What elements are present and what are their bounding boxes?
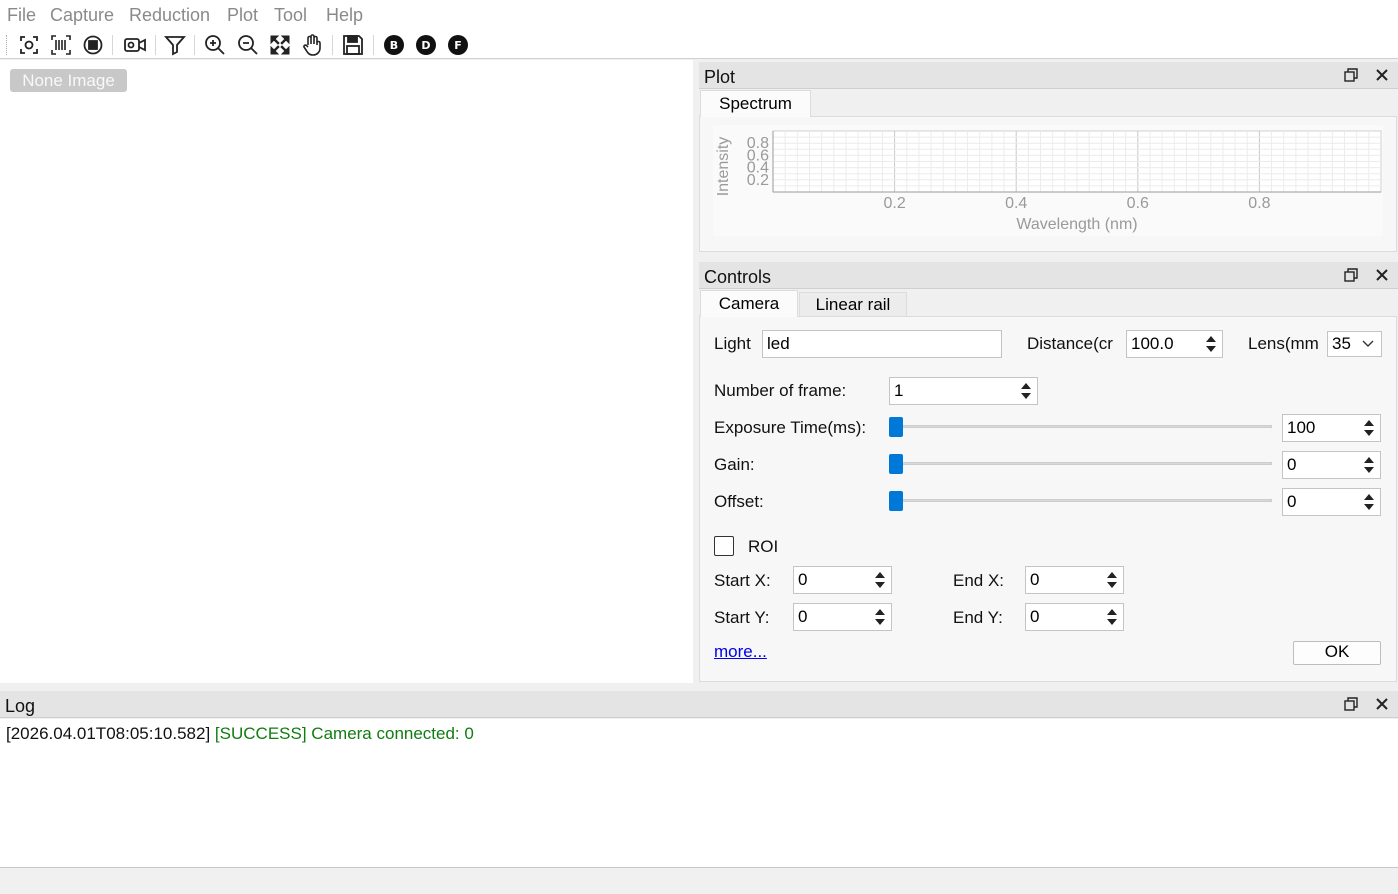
float-icon[interactable] bbox=[1343, 67, 1359, 83]
exposure-slider[interactable] bbox=[889, 425, 1272, 428]
end-y-spin-arrows[interactable] bbox=[1104, 603, 1122, 631]
spectrum-chart: 0.2 0.4 0.6 0.8 0.2 0.4 0.6 0.8 Wavelength (nm) I… bbox=[713, 125, 1383, 236]
tab-linear-rail[interactable]: Linear rail bbox=[799, 292, 907, 317]
roi-label: ROI bbox=[748, 537, 779, 556]
f-icon-glyph: F bbox=[448, 35, 468, 55]
f-icon[interactable]: F bbox=[446, 33, 470, 57]
b-icon-glyph: B bbox=[384, 35, 404, 55]
log-dock-title: Log bbox=[0, 691, 1398, 718]
toolbar-separator bbox=[373, 35, 374, 55]
toolbar-separator bbox=[332, 35, 333, 55]
frames-spin-arrows[interactable] bbox=[1018, 377, 1036, 405]
spectrum-chart-svg: 0.2 0.4 0.6 0.80.20.40.60.8Wavelength (nm)I… bbox=[715, 130, 1382, 233]
frames-label: Number of frame: bbox=[714, 381, 847, 400]
stop-record-icon[interactable] bbox=[81, 33, 105, 57]
end-x-label: End X: bbox=[953, 571, 1005, 590]
offset-slider-handle[interactable] bbox=[889, 491, 903, 511]
log-entry: [2026.04.01T08:05:10.582] [SUCCESS] Came… bbox=[6, 724, 474, 744]
toolbar: B D F bbox=[0, 30, 1398, 59]
close-icon[interactable] bbox=[1374, 67, 1390, 83]
gain-slider[interactable] bbox=[889, 462, 1272, 465]
x-tick-label: 0.8 bbox=[1248, 195, 1270, 212]
log-timestamp: [2026.04.01T08:05:10.582] bbox=[6, 724, 211, 743]
y-tick-label: 0.8 bbox=[747, 135, 769, 152]
chevron-down-icon bbox=[1362, 340, 1374, 347]
zoom-out-icon[interactable] bbox=[236, 33, 260, 57]
y-axis-label: Intensity bbox=[715, 137, 732, 197]
close-icon[interactable] bbox=[1374, 696, 1390, 712]
x-axis-label: Wavelength (nm) bbox=[1016, 216, 1137, 233]
gain-label: Gain: bbox=[714, 455, 755, 474]
toolbar-separator bbox=[194, 35, 195, 55]
status-bar bbox=[0, 867, 1398, 894]
exposure-slider-handle[interactable] bbox=[889, 417, 903, 437]
start-x-label: Start X: bbox=[714, 571, 771, 590]
log-dock-title-text: Log bbox=[5, 696, 36, 716]
start-y-spin-arrows[interactable] bbox=[872, 603, 890, 631]
ok-button[interactable]: OK bbox=[1293, 641, 1381, 665]
fit-screen-icon[interactable] bbox=[268, 33, 292, 57]
gain-spin-arrows[interactable] bbox=[1361, 451, 1379, 479]
light-label: Light bbox=[714, 334, 751, 353]
video-camera-icon[interactable] bbox=[122, 33, 148, 57]
more-link[interactable]: more... bbox=[714, 642, 767, 662]
tab-spectrum[interactable]: Spectrum bbox=[700, 90, 811, 117]
menu-help[interactable]: Help bbox=[326, 5, 363, 26]
controls-dock-title: Controls bbox=[699, 262, 1398, 289]
d-icon-glyph: D bbox=[416, 35, 436, 55]
d-icon[interactable]: D bbox=[414, 33, 438, 57]
x-tick-label: 0.6 bbox=[1127, 195, 1149, 212]
plot-dock-title-text: Plot bbox=[704, 67, 736, 87]
end-x-spin-arrows[interactable] bbox=[1104, 566, 1122, 594]
barcode-scan-icon[interactable] bbox=[49, 33, 73, 57]
save-icon[interactable] bbox=[341, 33, 365, 57]
offset-spin-arrows[interactable] bbox=[1361, 488, 1379, 516]
menu-reduction[interactable]: Reduction bbox=[129, 5, 210, 26]
log-message: Camera connected: 0 bbox=[311, 724, 474, 743]
lens-select[interactable]: 35 bbox=[1327, 331, 1382, 357]
toolbar-grip bbox=[6, 35, 7, 55]
end-y-label: End Y: bbox=[953, 608, 1003, 627]
light-input[interactable]: led bbox=[762, 330, 1002, 358]
menu-tool[interactable]: Tool bbox=[274, 5, 307, 26]
lens-label: Lens(mm bbox=[1248, 334, 1319, 353]
x-tick-label: 0.2 bbox=[883, 195, 905, 212]
zoom-in-icon[interactable] bbox=[203, 33, 227, 57]
lens-select-value: 35 bbox=[1332, 334, 1351, 353]
close-icon[interactable] bbox=[1374, 267, 1390, 283]
controls-dock-title-text: Controls bbox=[704, 267, 772, 287]
exposure-label: Exposure Time(ms): bbox=[714, 418, 867, 437]
screenshot-icon[interactable] bbox=[17, 33, 41, 57]
frames-spinbox[interactable]: 1 bbox=[889, 377, 1038, 405]
log-output[interactable]: [2026.04.01T08:05:10.582] [SUCCESS] Came… bbox=[0, 719, 1398, 867]
float-icon[interactable] bbox=[1343, 696, 1359, 712]
offset-label: Offset: bbox=[714, 492, 764, 511]
offset-slider[interactable] bbox=[889, 499, 1272, 502]
start-y-label: Start Y: bbox=[714, 608, 770, 627]
x-tick-label: 0.4 bbox=[1005, 195, 1027, 212]
tab-camera[interactable]: Camera bbox=[700, 290, 798, 317]
menu-capture[interactable]: Capture bbox=[50, 5, 114, 26]
menu-plot[interactable]: Plot bbox=[227, 5, 258, 26]
exposure-spin-arrows[interactable] bbox=[1361, 414, 1379, 442]
menu-bar: File Capture Reduction Plot Tool Help bbox=[0, 0, 1398, 30]
gain-slider-handle[interactable] bbox=[889, 454, 903, 474]
distance-spin-arrows[interactable] bbox=[1203, 330, 1221, 358]
b-icon[interactable]: B bbox=[382, 33, 406, 57]
filter-icon[interactable] bbox=[163, 33, 187, 57]
menu-file[interactable]: File bbox=[7, 5, 36, 26]
start-x-spin-arrows[interactable] bbox=[872, 566, 890, 594]
plot-dock-title: Plot bbox=[699, 62, 1398, 89]
image-viewer[interactable]: None Image bbox=[0, 60, 693, 683]
log-level: [SUCCESS] bbox=[214, 724, 307, 743]
pan-hand-icon[interactable] bbox=[300, 33, 324, 57]
none-image-label: None Image bbox=[10, 69, 127, 92]
toolbar-separator bbox=[112, 35, 113, 55]
roi-checkbox[interactable] bbox=[714, 536, 734, 556]
distance-label: Distance(cr bbox=[1027, 334, 1113, 353]
toolbar-separator bbox=[155, 35, 156, 55]
float-icon[interactable] bbox=[1343, 267, 1359, 283]
